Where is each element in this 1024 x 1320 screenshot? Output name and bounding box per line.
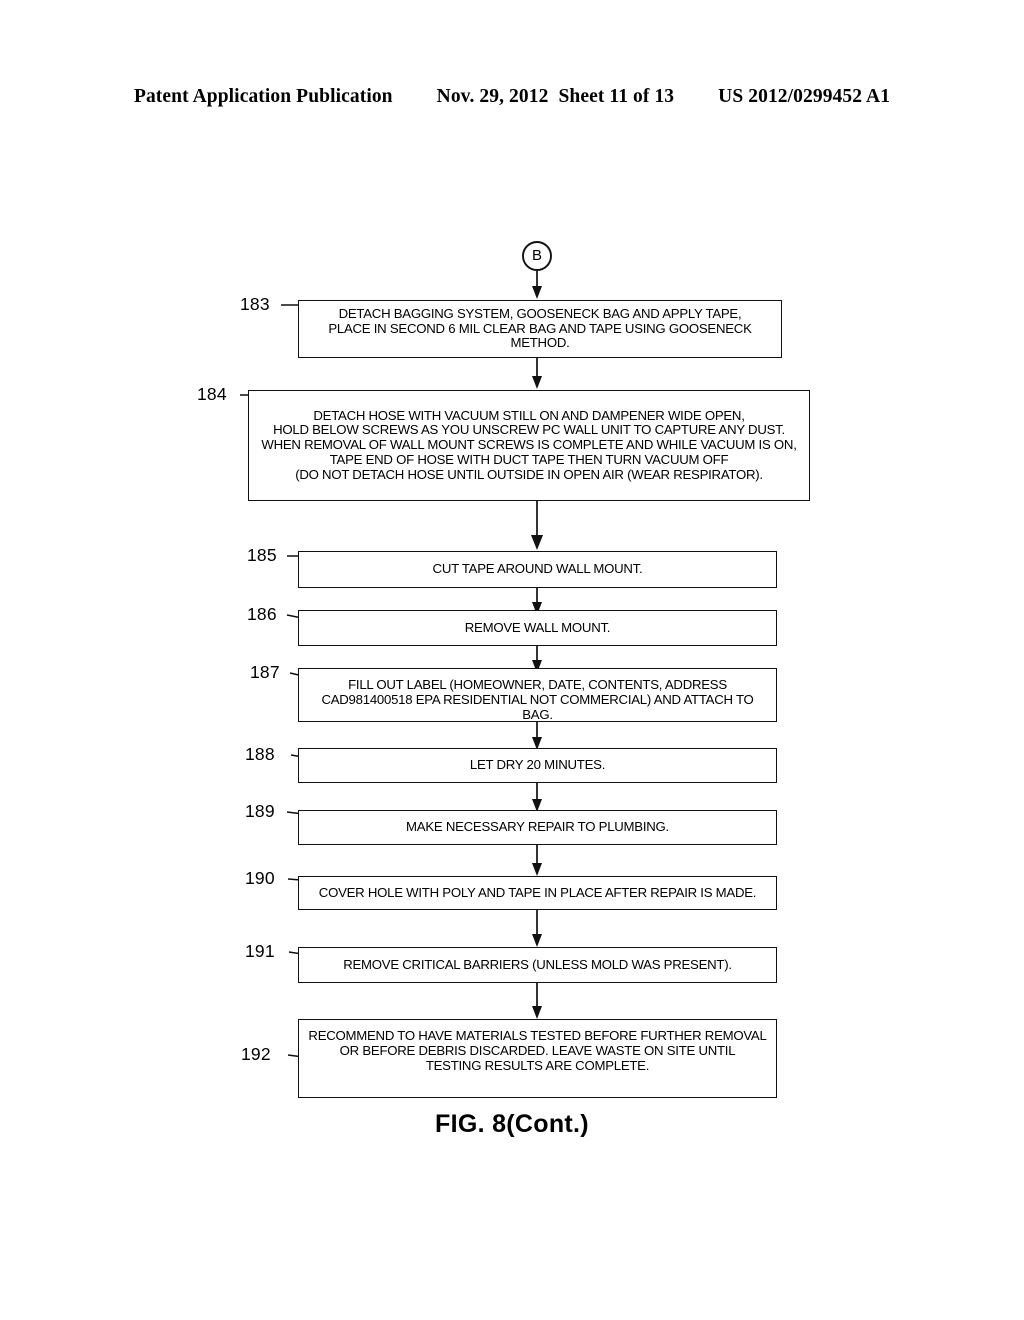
process-box-185[interactable]: CUT TAPE AROUND WALL MOUNT. — [298, 551, 777, 588]
ref-numeral-189: 189 — [245, 801, 275, 821]
ref-numeral-188: 188 — [245, 744, 275, 764]
figure-caption: FIG. 8(Cont.) — [435, 1110, 589, 1138]
ref-numeral-186: 186 — [247, 604, 277, 624]
process-box-189[interactable]: MAKE NECESSARY REPAIR TO PLUMBING. — [298, 810, 777, 845]
process-box-191[interactable]: REMOVE CRITICAL BARRIERS (UNLESS MOLD WA… — [298, 947, 777, 983]
ref-numeral-183: 183 — [240, 294, 270, 314]
ref-numeral-184: 184 — [197, 384, 227, 404]
process-box-192[interactable]: RECOMMEND TO HAVE MATERIALS TESTED BEFOR… — [298, 1019, 777, 1098]
process-box-183[interactable]: DETACH BAGGING SYSTEM, GOOSENECK BAG AND… — [298, 300, 782, 358]
process-box-188[interactable]: LET DRY 20 MINUTES. — [298, 748, 777, 783]
ref-numeral-192: 192 — [241, 1044, 271, 1064]
ref-numeral-187: 187 — [250, 662, 280, 682]
process-box-184[interactable]: DETACH HOSE WITH VACUUM STILL ON AND DAM… — [248, 390, 810, 501]
ref-numeral-191: 191 — [245, 941, 275, 961]
ref-numeral-185: 185 — [247, 545, 277, 565]
process-box-186[interactable]: REMOVE WALL MOUNT. — [298, 610, 777, 646]
ref-numeral-190: 190 — [245, 868, 275, 888]
connector-label-b: B — [531, 247, 542, 264]
process-box-187[interactable]: FILL OUT LABEL (HOMEOWNER, DATE, CONTENT… — [298, 668, 777, 722]
process-box-190[interactable]: COVER HOLE WITH POLY AND TAPE IN PLACE A… — [298, 876, 777, 910]
